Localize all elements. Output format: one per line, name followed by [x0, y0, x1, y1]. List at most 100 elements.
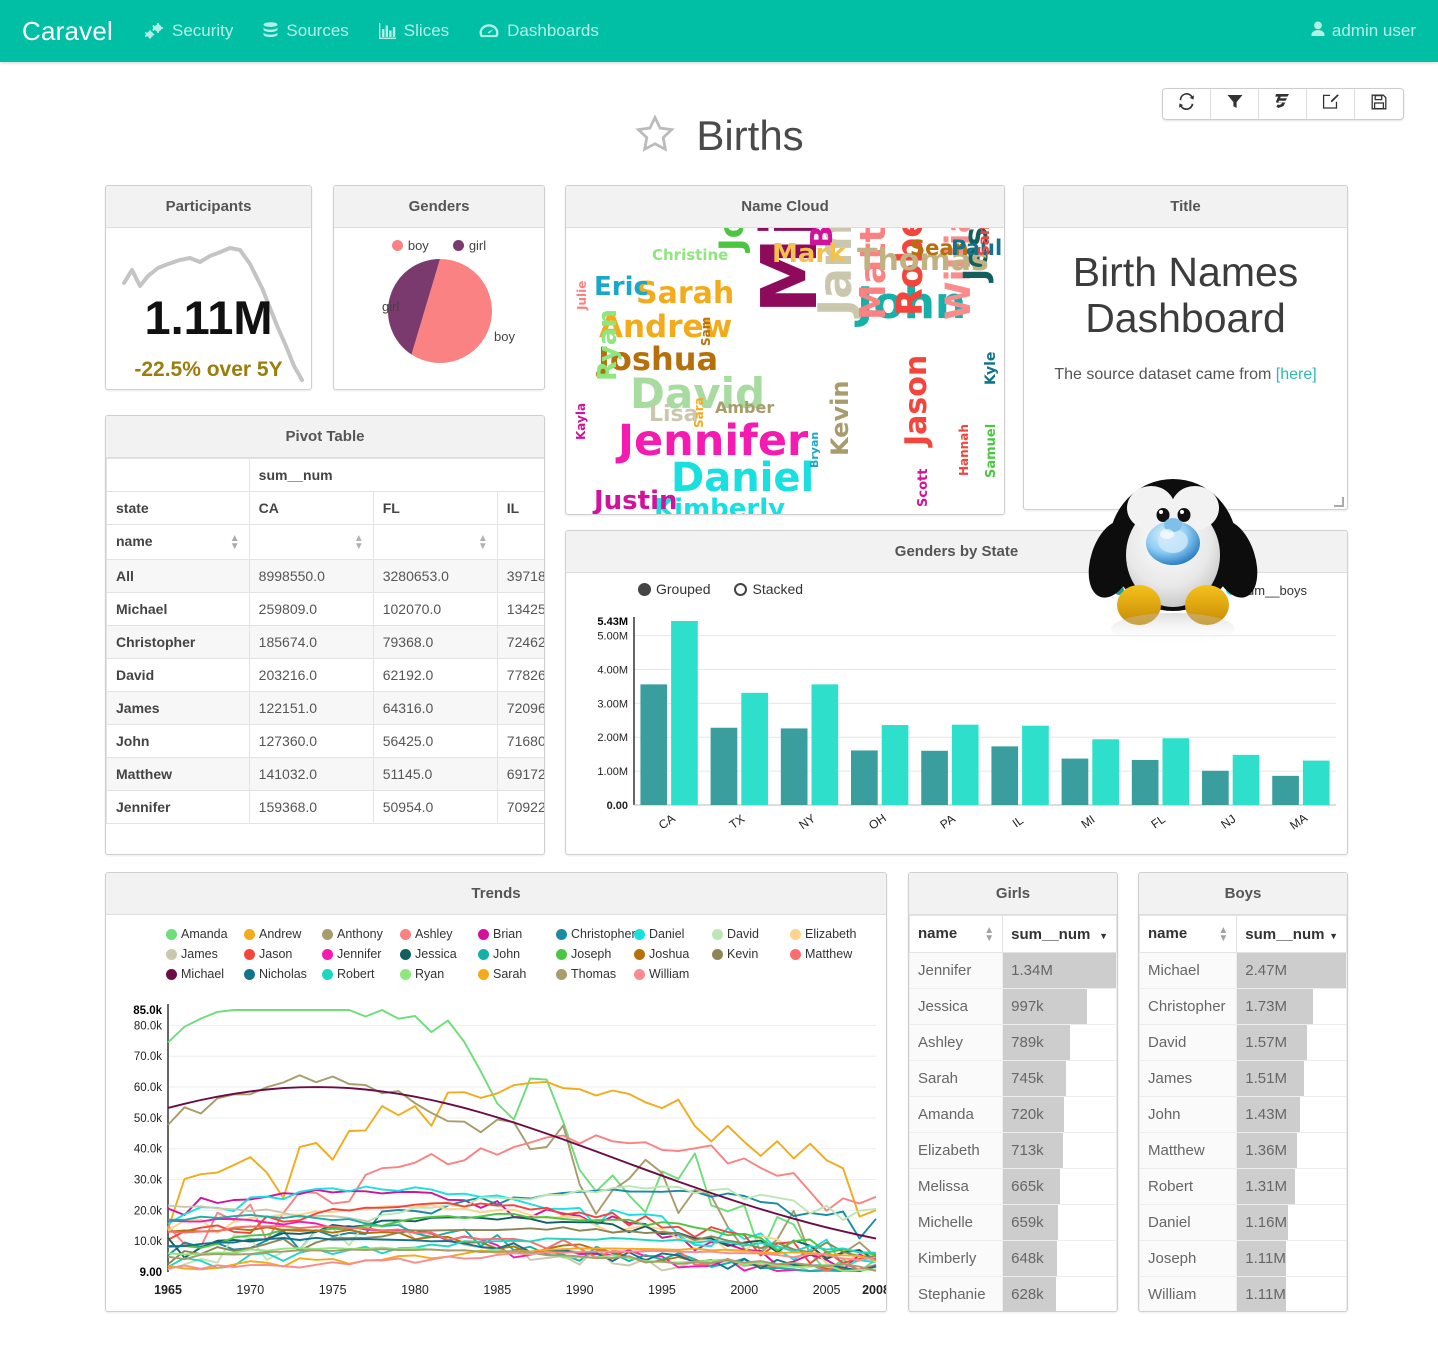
trends-legend-item[interactable]: Ashley	[400, 927, 478, 941]
filter-button[interactable]	[1211, 89, 1259, 119]
resize-handle[interactable]	[1334, 497, 1344, 507]
bar-sum-boys[interactable]	[881, 725, 909, 805]
bar-sum-girls[interactable]	[921, 750, 948, 805]
trends-legend-item[interactable]: Joshua	[634, 947, 712, 961]
bar-sum-boys[interactable]	[1302, 760, 1330, 805]
bar-sum-girls[interactable]	[710, 727, 738, 805]
css-button[interactable]	[1259, 89, 1307, 119]
bar-sum-boys[interactable]	[671, 621, 698, 805]
trends-legend-item[interactable]: David	[712, 927, 790, 941]
radio-grouped[interactable]: Grouped	[638, 581, 710, 597]
bar-sum-girls[interactable]	[1272, 775, 1299, 805]
word-cloud-word[interactable]: Kevin	[826, 381, 854, 456]
trends-legend-item[interactable]: Kevin	[712, 947, 790, 961]
trends-legend-item[interactable]: Daniel	[634, 927, 712, 941]
word-cloud-word[interactable]: Sarah	[636, 279, 734, 309]
word-cloud-word[interactable]: Julie	[575, 281, 589, 310]
sort-arrows-icon[interactable]: ▲ ▼	[478, 534, 488, 552]
brand-logo[interactable]: Caravel	[22, 16, 113, 47]
bar-sum-girls[interactable]	[1061, 758, 1089, 805]
bar-sum-girls[interactable]	[851, 750, 878, 805]
pivot-sort-cell[interactable]: ▲▼	[496, 524, 544, 560]
star-outline-icon[interactable]	[634, 113, 676, 160]
bar-sum-girls[interactable]	[640, 684, 668, 805]
pivot-sort-cell[interactable]: ▲▼	[248, 524, 374, 560]
legend-item-sum-boys[interactable]: sum__boys	[1225, 583, 1307, 598]
pivot-col-header[interactable]: FL	[372, 491, 498, 525]
sort-arrows-icon[interactable]: ▲ ▼	[1218, 926, 1228, 944]
sort-arrows-icon[interactable]: ▲ ▼	[354, 534, 364, 552]
trends-legend-item[interactable]: Amanda	[166, 927, 244, 941]
trends-legend-item[interactable]: James	[166, 947, 244, 961]
user-menu[interactable]: admin user	[1311, 21, 1416, 42]
boys-col-value[interactable]: sum__num ▼	[1236, 915, 1347, 953]
trends-legend-item[interactable]: Andrew	[244, 927, 322, 941]
girls-col-name[interactable]: name ▲ ▼	[909, 915, 1004, 953]
sort-arrows-icon[interactable]: ▲ ▼	[984, 926, 994, 944]
pivot-col-header[interactable]: IL	[496, 491, 544, 525]
sort-desc-icon[interactable]: ▼	[1329, 931, 1338, 941]
trends-legend-item[interactable]: Christopher	[556, 927, 636, 941]
nav-item-sources[interactable]: Sources	[263, 21, 349, 41]
word-cloud-word[interactable]: Sara	[692, 397, 706, 428]
trends-legend-item[interactable]: John	[478, 947, 556, 961]
bar-sum-girls[interactable]	[991, 746, 1019, 805]
save-button[interactable]	[1355, 89, 1403, 119]
word-cloud-word[interactable]: Hannah	[957, 424, 971, 476]
word-cloud-word[interactable]: Samuel	[984, 424, 999, 478]
edit-button[interactable]	[1307, 89, 1355, 119]
trends-legend-item[interactable]: Ryan	[400, 967, 478, 981]
word-cloud-word[interactable]: Daniel	[671, 458, 814, 498]
nav-item-slices[interactable]: Slices	[378, 21, 449, 41]
bar-sum-girls[interactable]	[1202, 770, 1229, 805]
trends-legend-item[interactable]: Elizabeth	[790, 927, 868, 941]
trends-legend-item[interactable]: Thomas	[556, 967, 634, 981]
bar-sum-girls[interactable]	[780, 728, 808, 805]
legend-item-boy[interactable]: boy	[391, 238, 429, 253]
word-cloud-word[interactable]: Justin	[594, 488, 678, 514]
word-cloud-word[interactable]: Mark	[772, 241, 846, 267]
trends-legend-item[interactable]: Michael	[166, 967, 244, 981]
trends-legend-item[interactable]: Matthew	[790, 947, 868, 961]
legend-item-girl[interactable]: girl	[452, 238, 486, 253]
word-cloud-word[interactable]: Ryan	[593, 309, 623, 381]
nav-item-security[interactable]: Security	[145, 21, 233, 41]
bar-sum-boys[interactable]	[741, 692, 768, 805]
bar-sum-boys[interactable]	[1092, 739, 1119, 805]
word-cloud-word[interactable]: Jason	[899, 355, 934, 446]
girls-col-value[interactable]: sum__num ▼	[1002, 915, 1117, 953]
trends-legend-item[interactable]: Robert	[322, 967, 400, 981]
radio-stacked[interactable]: Stacked	[734, 581, 803, 597]
word-cloud-word[interactable]: Christine	[652, 248, 728, 263]
trends-legend-item[interactable]: Brian	[478, 927, 556, 941]
refresh-button[interactable]	[1163, 89, 1211, 119]
word-cloud-word[interactable]: Sam	[699, 317, 713, 346]
trends-legend-item[interactable]: Nicholas	[244, 967, 322, 981]
nav-item-dashboards[interactable]: Dashboards	[479, 21, 599, 41]
word-cloud-word[interactable]: Kyle	[983, 352, 999, 385]
legend-item-sum-girls[interactable]: sum__girls	[1113, 583, 1192, 598]
bar-sum-boys[interactable]	[1022, 725, 1049, 805]
trends-legend-item[interactable]: Jason	[244, 947, 322, 961]
trends-legend-item[interactable]: Jessica	[400, 947, 478, 961]
boys-col-name[interactable]: name ▲ ▼	[1139, 915, 1238, 953]
sort-desc-icon[interactable]: ▼	[1099, 931, 1108, 941]
word-cloud-word[interactable]: Scott	[916, 469, 931, 507]
pivot-col-header[interactable]: CA	[248, 491, 374, 525]
bar-sum-boys[interactable]	[811, 684, 839, 805]
trend-line[interactable]	[167, 1134, 877, 1248]
trends-legend-item[interactable]: Jennifer	[322, 947, 400, 961]
pivot-sort-cell[interactable]: ▲▼	[372, 524, 498, 560]
word-cloud-word[interactable]: Eric	[594, 274, 649, 300]
word-cloud-word[interactable]: Samantha	[975, 228, 993, 256]
word-cloud-word[interactable]: Amber	[715, 400, 774, 416]
sort-arrows-icon[interactable]: ▲ ▼	[230, 534, 240, 552]
trends-legend-item[interactable]: Joseph	[556, 947, 634, 961]
bar-sum-girls[interactable]	[1131, 759, 1159, 805]
trends-legend-item[interactable]: William	[634, 967, 712, 981]
source-dataset-link[interactable]: [here]	[1276, 366, 1317, 383]
bar-sum-boys[interactable]	[1232, 754, 1260, 805]
bar-sum-boys[interactable]	[951, 724, 979, 805]
bar-sum-boys[interactable]	[1162, 738, 1190, 805]
word-cloud-word[interactable]: Bryan	[808, 432, 821, 468]
